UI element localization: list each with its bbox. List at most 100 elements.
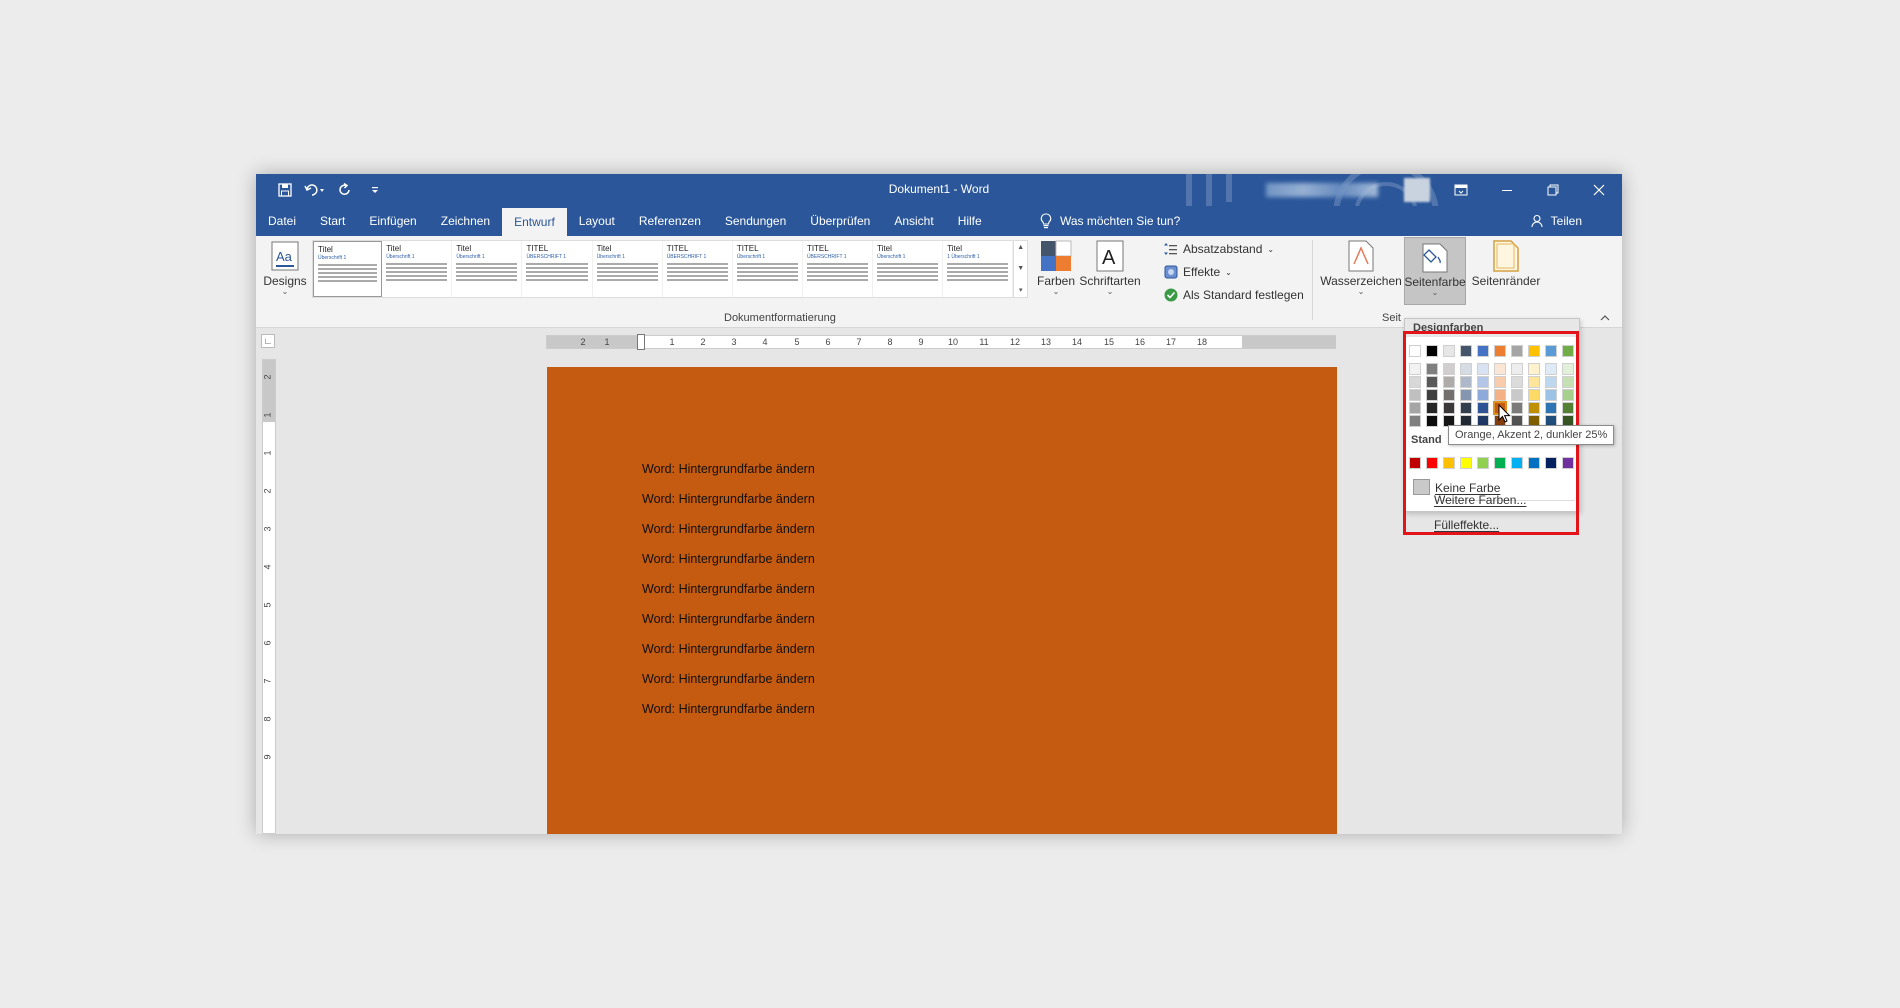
tab-datei[interactable]: Datei [256,206,308,236]
theme-shade-swatch[interactable] [1562,402,1574,414]
theme-shade-swatch[interactable] [1528,389,1540,401]
avatar[interactable] [1404,178,1430,202]
style-set-item[interactable]: Titel Überschrift 1 [452,241,523,297]
theme-shade-swatch[interactable] [1545,389,1557,401]
theme-shade-swatch[interactable] [1511,402,1523,414]
theme-shade-swatch[interactable] [1409,376,1421,388]
theme-shade-swatch[interactable] [1562,363,1574,375]
close-icon[interactable] [1576,174,1622,206]
theme-shade-swatch[interactable] [1511,389,1523,401]
theme-shade-swatch[interactable] [1545,363,1557,375]
theme-shade-swatch[interactable] [1443,389,1455,401]
als-standard-button[interactable]: Als Standard festlegen [1164,288,1304,302]
theme-shade-swatch[interactable] [1494,363,1506,375]
undo-icon[interactable] [304,180,326,200]
theme-shade-swatch[interactable] [1443,402,1455,414]
theme-shade-swatch[interactable] [1409,363,1421,375]
style-set-item[interactable]: TITEL ÜBERSCHRIFT 1 [803,241,874,297]
theme-color-swatch[interactable] [1426,345,1438,357]
theme-shade-swatch[interactable] [1426,363,1438,375]
seitenraender-button[interactable]: Seitenränder [1468,240,1544,288]
ribbon-display-options-icon[interactable] [1438,174,1484,206]
theme-shade-swatch[interactable] [1562,376,1574,388]
theme-shade-swatch[interactable] [1426,376,1438,388]
indent-marker[interactable] [637,334,645,350]
theme-shade-swatch[interactable] [1426,389,1438,401]
theme-color-swatch[interactable] [1409,345,1421,357]
theme-color-swatch[interactable] [1460,345,1472,357]
document-page[interactable]: Word: Hintergrundfarbe ändern Word: Hinte… [547,367,1337,834]
schriftarten-button[interactable]: A Schriftarten ⌄ [1078,240,1142,296]
standard-color-swatch[interactable] [1477,457,1489,469]
theme-shade-swatch[interactable] [1426,402,1438,414]
collapse-ribbon-icon[interactable] [1600,314,1610,325]
save-icon[interactable] [274,180,296,200]
fuelleffekte-item[interactable]: Fülleffekte... [1404,518,1580,532]
tab-überprüfen[interactable]: Überprüfen [798,206,882,236]
theme-shade-swatch[interactable] [1545,376,1557,388]
restore-icon[interactable] [1530,174,1576,206]
theme-shade-swatch[interactable] [1477,402,1489,414]
theme-color-swatch[interactable] [1511,345,1523,357]
theme-color-swatch[interactable] [1443,345,1455,357]
standard-color-swatch[interactable] [1409,457,1421,469]
tab-layout[interactable]: Layout [567,206,627,236]
theme-shade-swatch[interactable] [1511,376,1523,388]
theme-shade-swatch[interactable] [1460,363,1472,375]
standard-color-swatch[interactable] [1562,457,1574,469]
theme-shade-swatch[interactable] [1409,389,1421,401]
tab-zeichnen[interactable]: Zeichnen [429,206,502,236]
theme-shade-swatch[interactable] [1528,402,1540,414]
theme-color-swatch[interactable] [1545,345,1557,357]
theme-shade-swatch[interactable] [1460,402,1472,414]
theme-shade-swatch[interactable] [1494,376,1506,388]
theme-shade-swatch[interactable] [1511,363,1523,375]
theme-shade-swatch[interactable] [1443,376,1455,388]
wasserzeichen-button[interactable]: Wasserzeichen ⌄ [1320,240,1402,296]
theme-shade-swatch[interactable] [1409,415,1421,427]
minimize-icon[interactable] [1484,174,1530,206]
redo-icon[interactable] [334,180,356,200]
theme-color-swatch[interactable] [1477,345,1489,357]
farben-button[interactable]: Farben ⌄ [1037,240,1075,296]
standard-color-swatch[interactable] [1460,457,1472,469]
vertical-ruler[interactable]: 2 1 1 2 3 4 5 6 7 8 9 [262,359,276,834]
theme-shade-swatch[interactable] [1477,376,1489,388]
theme-shade-swatch[interactable] [1494,389,1506,401]
theme-color-swatch[interactable] [1494,345,1506,357]
horizontal-ruler[interactable]: 2 1 1 2 3 4 5 6 7 8 9 10 11 12 13 14 15 16 17 18 [546,334,1336,350]
effekte-button[interactable]: Effekte ⌄ [1164,265,1232,279]
standard-color-swatch[interactable] [1494,457,1506,469]
tab-selector[interactable]: ∟ [261,334,275,348]
theme-shade-swatch[interactable] [1528,376,1540,388]
weitere-farben-item[interactable]: Weitere Farben... [1404,493,1580,507]
theme-shade-swatch[interactable] [1460,389,1472,401]
style-set-item[interactable]: Titel Überschrift 1 [593,241,663,297]
tab-einfügen[interactable]: Einfügen [357,206,428,236]
theme-shade-swatch[interactable] [1426,415,1438,427]
style-set-item[interactable]: Titel 1 Überschrift 1 [943,241,1014,297]
theme-shade-swatch[interactable] [1443,363,1455,375]
tab-ansicht[interactable]: Ansicht [882,206,945,236]
standard-color-swatch[interactable] [1443,457,1455,469]
gallery-down-icon[interactable]: ▼ [1017,265,1024,272]
tab-hilfe[interactable]: Hilfe [946,206,994,236]
theme-shade-swatch[interactable] [1409,402,1421,414]
style-set-item[interactable]: TITEL ÜBERSCHRIFT 1 [522,241,593,297]
theme-shade-swatch[interactable] [1477,363,1489,375]
tab-referenzen[interactable]: Referenzen [627,206,713,236]
gallery-more-icon[interactable]: ▾ [1019,286,1023,294]
standard-color-swatch[interactable] [1426,457,1438,469]
tab-sendungen[interactable]: Sendungen [713,206,798,236]
standard-color-swatch[interactable] [1528,457,1540,469]
theme-shade-swatch[interactable] [1562,389,1574,401]
standard-color-swatch[interactable] [1511,457,1523,469]
tab-start[interactable]: Start [308,206,357,236]
seitenfarbe-button[interactable]: Seitenfarbe ⌄ [1404,237,1466,305]
standard-color-swatch[interactable] [1545,457,1557,469]
tell-me-search[interactable]: Was möchten Sie tun? [1040,206,1180,236]
style-set-item[interactable]: Titel Überschrift 1 [382,241,453,297]
theme-shade-swatch[interactable] [1528,363,1540,375]
gallery-up-icon[interactable]: ▲ [1017,244,1024,251]
theme-color-swatch[interactable] [1528,345,1540,357]
